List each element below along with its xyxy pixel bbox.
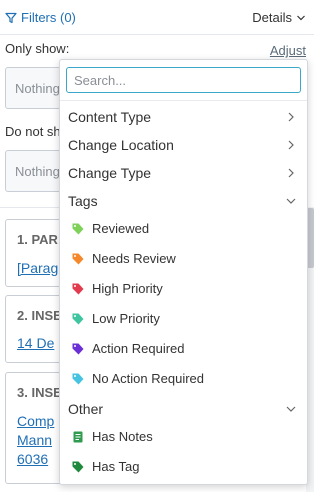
- tag-icon: [72, 343, 84, 355]
- only-show-label: Only show:: [5, 41, 70, 56]
- tag-label: Action Required: [92, 341, 185, 356]
- tag-option-needs-review[interactable]: Needs Review: [60, 245, 307, 273]
- header-divider: [0, 34, 314, 35]
- tag-icon: [72, 223, 84, 235]
- details-dropdown[interactable]: Details: [252, 10, 306, 25]
- category-change-type[interactable]: Change Type: [60, 159, 307, 187]
- tag-label: Reviewed: [92, 221, 150, 236]
- category-label: Content Type: [68, 109, 152, 125]
- details-label: Details: [252, 10, 292, 25]
- filters-toggle[interactable]: Filters (0): [5, 10, 76, 25]
- filters-header: Filters (0) Details: [0, 0, 314, 38]
- tag-label: No Action Required: [92, 371, 205, 386]
- filter-panel: Filters (0) Details Only show: Adjust No…: [0, 0, 314, 492]
- change-card-title: 2. INSE: [17, 308, 62, 323]
- do-not-show-label: Do not sh: [5, 124, 61, 139]
- category-label: Tags: [68, 193, 98, 209]
- filters-label: Filters (0): [21, 10, 76, 25]
- chevron-down-icon: [286, 198, 296, 204]
- tag-label: Low Priority: [92, 311, 160, 326]
- dropdown-divider: [60, 100, 307, 101]
- adjust-link[interactable]: Adjust: [270, 43, 306, 58]
- category-tags[interactable]: Tags: [60, 187, 307, 215]
- tag-option-low-priority[interactable]: Low Priority: [60, 305, 307, 333]
- only-show-placeholder: Nothing: [15, 81, 60, 96]
- filter-options-dropdown: Content Type Change Location Change Type…: [59, 59, 308, 485]
- tag-icon: [72, 283, 84, 295]
- chevron-down-icon: [297, 15, 305, 20]
- category-label: Change Type: [68, 165, 152, 181]
- tag-label: High Priority: [92, 281, 163, 296]
- chevron-right-icon: [288, 112, 294, 122]
- other-option-has-tag[interactable]: Has Tag: [60, 453, 307, 481]
- change-card-link[interactable]: Comp: [17, 412, 54, 431]
- tag-option-action-required[interactable]: Action Required: [60, 335, 307, 363]
- tag-icon: [72, 461, 84, 473]
- note-icon: [73, 431, 83, 443]
- other-label: Has Tag: [92, 459, 140, 474]
- tag-option-no-action-required[interactable]: No Action Required: [60, 365, 307, 393]
- change-card-link[interactable]: [Parag: [17, 259, 58, 278]
- change-card-link[interactable]: 6036: [17, 450, 48, 469]
- tag-icon: [72, 313, 84, 325]
- chevron-down-icon: [286, 406, 296, 412]
- category-other[interactable]: Other: [60, 395, 307, 423]
- tag-option-reviewed[interactable]: Reviewed: [60, 215, 307, 243]
- other-label: Has Notes: [92, 429, 153, 444]
- filter-funnel-icon: [5, 12, 17, 23]
- change-card-link[interactable]: 14 De: [17, 334, 54, 353]
- change-card-title: 3. INSE: [17, 385, 62, 400]
- category-label: Other: [68, 401, 104, 417]
- tag-icon: [72, 253, 84, 265]
- category-label: Change Location: [68, 137, 174, 153]
- chevron-right-icon: [288, 140, 294, 150]
- chevron-right-icon: [288, 168, 294, 178]
- tag-icon: [72, 373, 84, 385]
- category-content-type[interactable]: Content Type: [60, 103, 307, 131]
- tag-option-high-priority[interactable]: High Priority: [60, 275, 307, 303]
- dropdown-search-input[interactable]: [66, 67, 301, 93]
- category-change-location[interactable]: Change Location: [60, 131, 307, 159]
- tag-label: Needs Review: [92, 251, 176, 266]
- change-card-title: 1. PAR: [17, 232, 58, 247]
- do-not-show-placeholder: Nothing: [15, 164, 60, 179]
- change-card-link[interactable]: Mann: [17, 431, 52, 450]
- other-option-has-notes[interactable]: Has Notes: [60, 423, 307, 451]
